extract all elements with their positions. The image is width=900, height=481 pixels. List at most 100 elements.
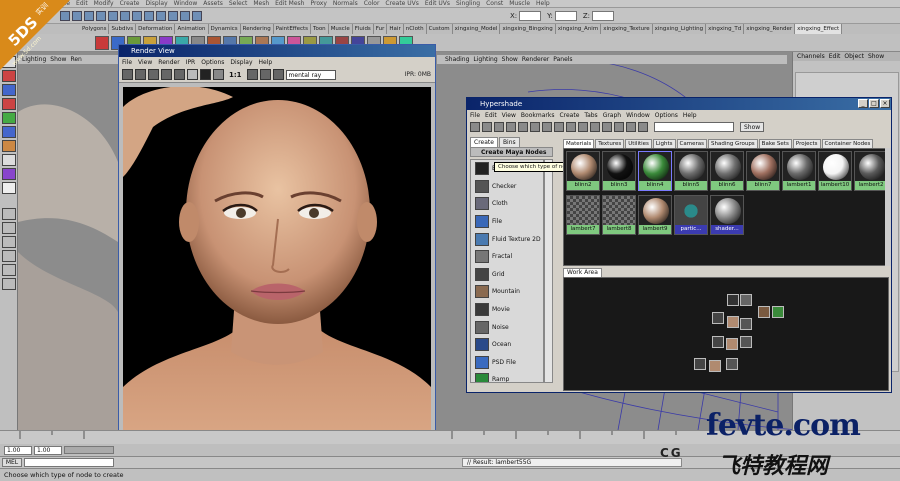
shelf-tab-11[interactable]: Hair <box>387 24 404 34</box>
material-swatch[interactable]: blinn4 <box>638 151 672 191</box>
work-node[interactable] <box>727 316 739 328</box>
hypershade-menu-item-8[interactable]: Options <box>655 112 678 119</box>
materials-area[interactable]: blinn2 blinn3 blinn4 blinn5 blinn6 blinn7 lamb… <box>563 148 889 266</box>
hypershade-tab-2[interactable]: Utilities <box>625 139 652 148</box>
menu-item-7[interactable]: Select <box>229 0 248 7</box>
shelf-tab-6[interactable]: PaintEffects <box>274 24 312 34</box>
x-coord-field[interactable] <box>519 10 542 21</box>
channel-menu-item-3[interactable]: Show <box>868 53 884 60</box>
menu-item-10[interactable]: Proxy <box>310 0 326 7</box>
render-view-menu-item-0[interactable]: File <box>122 59 132 66</box>
playback-start-field[interactable]: 1.00 <box>34 445 62 455</box>
snapshot-icon[interactable] <box>148 69 159 80</box>
show-both-tabs-icon[interactable] <box>506 122 516 132</box>
create-node-item[interactable]: Checker <box>471 178 543 196</box>
menu-item-6[interactable]: Assets <box>203 0 223 7</box>
material-swatch[interactable]: lambert9 <box>638 195 672 235</box>
menu-item-13[interactable]: Create UVs <box>385 0 418 7</box>
material-swatch[interactable]: shader... <box>710 195 744 235</box>
channel-menu-item-0[interactable]: Channels <box>797 53 825 60</box>
hypershade-tab-5[interactable]: Shading Groups <box>707 139 758 148</box>
work-area-tab[interactable]: Work Area <box>563 268 602 277</box>
show-top-tabs-icon[interactable] <box>482 122 492 132</box>
renderer-dropdown[interactable]: mental ray <box>285 69 336 80</box>
work-node[interactable] <box>712 336 724 348</box>
rotate-tool-icon[interactable] <box>2 112 16 124</box>
shelf-tab-4[interactable]: Dynamics <box>209 24 241 34</box>
shelf-tab-21[interactable]: xingxing_Effect <box>795 24 843 34</box>
create-node-item[interactable]: Ocean <box>471 336 543 354</box>
menu-item-3[interactable]: Create <box>120 0 140 7</box>
create-node-item[interactable]: Grid <box>471 266 543 284</box>
hypershade-tab-4[interactable]: Cameras <box>676 139 707 148</box>
material-swatch[interactable]: blinn3 <box>602 151 636 191</box>
work-node[interactable] <box>694 358 706 370</box>
create-panel-tab-1[interactable]: Bins <box>498 137 520 147</box>
layout-graph-icon[interactable] <box>2 264 16 276</box>
hypershade-search-input[interactable] <box>654 122 734 132</box>
output-connections-icon[interactable] <box>602 122 612 132</box>
viewport-menu-right-item-3[interactable]: Renderer <box>522 56 549 63</box>
work-node[interactable] <box>727 294 739 306</box>
viewport-menu-right-item-4[interactable]: Panels <box>553 56 572 63</box>
work-node[interactable] <box>740 336 752 348</box>
shelf-sphere-icon[interactable] <box>95 35 109 50</box>
hypershade-tab-8[interactable]: Container Nodes <box>821 139 874 148</box>
render-settings-icon[interactable] <box>192 10 202 21</box>
hypershade-menu-item-4[interactable]: Create <box>559 112 579 119</box>
remove-image-icon[interactable] <box>259 69 271 80</box>
shelf-tab-14[interactable]: xingxing_Model <box>453 24 501 34</box>
previous-graph-icon[interactable] <box>518 122 528 132</box>
expand-container-icon[interactable] <box>626 122 636 132</box>
menu-item-16[interactable]: Const <box>486 0 503 7</box>
create-node-item[interactable]: Cloth <box>471 195 543 213</box>
work-node[interactable] <box>740 294 752 306</box>
menu-item-9[interactable]: Edit Mesh <box>275 0 304 7</box>
toggle-create-bar-icon[interactable] <box>470 122 480 132</box>
shelf-tab-8[interactable]: Muscle <box>329 24 353 34</box>
layout-outliner-icon[interactable] <box>2 250 16 262</box>
hypershade-menu-item-7[interactable]: Window <box>626 112 650 119</box>
material-swatch[interactable]: lambert1 <box>782 151 816 191</box>
create-panel-tab-0[interactable]: Create <box>470 137 498 147</box>
create-node-item[interactable]: Fractal <box>471 248 543 266</box>
snap-grid-icon[interactable] <box>132 10 142 21</box>
z-coord-field[interactable] <box>592 10 615 21</box>
shelf-tab-12[interactable]: nCloth <box>404 24 427 34</box>
layout-single-icon[interactable] <box>2 208 16 220</box>
show-button[interactable]: Show <box>740 122 765 132</box>
rearrange-graph-icon[interactable] <box>554 122 564 132</box>
hypershade-tab-0[interactable]: Materials <box>563 139 595 148</box>
layout-four-icon[interactable] <box>2 222 16 234</box>
layout-side-icon[interactable] <box>2 236 16 248</box>
input-output-connections-icon[interactable] <box>590 122 600 132</box>
render-view-menu-item-5[interactable]: Display <box>230 59 252 66</box>
material-swatch[interactable]: lambert7 <box>566 195 600 235</box>
show-manipulator-icon[interactable] <box>2 168 16 180</box>
render-settings-icon[interactable] <box>272 69 284 80</box>
menu-item-2[interactable]: Modify <box>94 0 114 7</box>
select-by-object-icon[interactable] <box>108 10 118 21</box>
hypershade-menu-item-5[interactable]: Tabs <box>584 112 597 119</box>
graph-materials-icon[interactable] <box>566 122 576 132</box>
material-swatch[interactable]: lambert8 <box>602 195 636 235</box>
shelf-tab-18[interactable]: xingxing_Lighting <box>653 24 707 34</box>
channel-menu-item-1[interactable]: Edit <box>829 53 841 60</box>
work-node[interactable] <box>726 358 738 370</box>
keep-image-icon[interactable] <box>246 69 258 80</box>
paint-select-tool-icon[interactable] <box>2 84 16 96</box>
collapse-container-icon[interactable] <box>638 122 648 132</box>
alpha-channel-icon[interactable] <box>200 69 211 80</box>
material-swatch[interactable]: blinn7 <box>746 151 780 191</box>
start-time-field[interactable]: 1.00 <box>4 445 32 455</box>
manipulator-tool-icon[interactable] <box>2 140 16 152</box>
ipr-render-icon[interactable] <box>180 10 190 21</box>
shelf-tab-20[interactable]: xingxing_Render <box>744 24 796 34</box>
shelf-tab-2[interactable]: Deformation <box>136 24 176 34</box>
render-view-menu-item-2[interactable]: Render <box>158 59 179 66</box>
shelf-tab-16[interactable]: xingxing_Anim <box>556 24 602 34</box>
shelf-tab-17[interactable]: xingxing_Texture <box>601 24 653 34</box>
hypershade-menu-item-1[interactable]: Edit <box>485 112 497 119</box>
refresh-ipr-icon[interactable] <box>174 69 185 80</box>
render-view-menu-item-3[interactable]: IPR <box>186 59 196 66</box>
